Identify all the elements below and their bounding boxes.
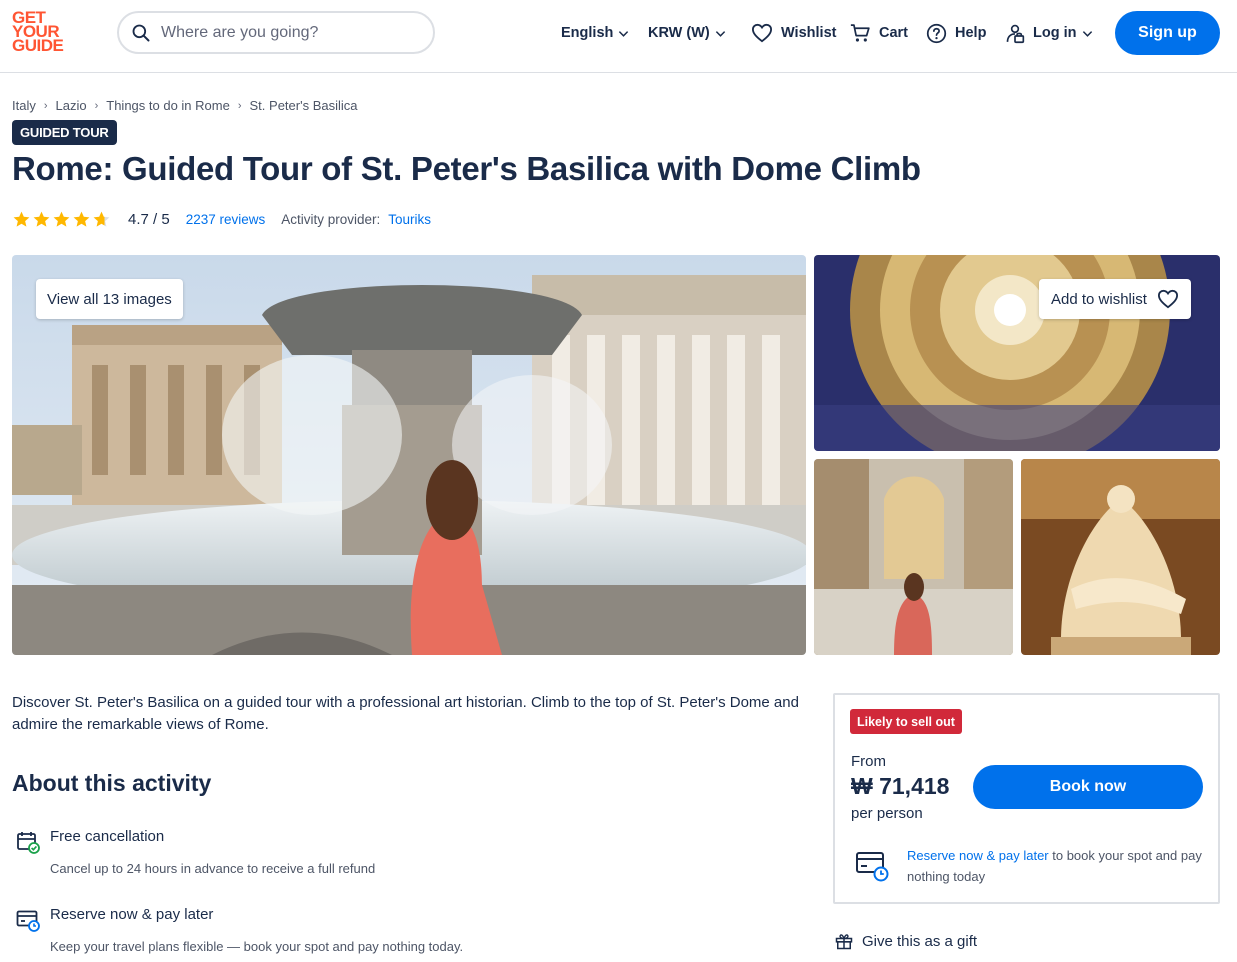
card-clock-icon	[856, 852, 889, 882]
page-title: Rome: Guided Tour of St. Peter's Basilic…	[12, 150, 921, 187]
breadcrumb-item-lazio[interactable]: Lazio	[56, 98, 87, 113]
heart-icon	[751, 23, 773, 43]
feature-description: Keep your travel plans flexible — book y…	[50, 939, 464, 954]
rating-value: 4.7 / 5	[128, 211, 170, 228]
feature-title: Free cancellation	[50, 828, 165, 845]
breadcrumb-item-rome[interactable]: Things to do in Rome	[106, 98, 230, 113]
chevron-down-icon	[619, 30, 629, 37]
language-selector[interactable]: English	[561, 0, 629, 66]
reviews-link[interactable]: 2237 reviews	[186, 212, 266, 227]
search-bar[interactable]	[117, 11, 435, 54]
breadcrumb-item-italy[interactable]: Italy	[12, 98, 36, 113]
breadcrumb-separator-icon: ›	[94, 99, 99, 112]
breadcrumb-separator-icon: ›	[237, 99, 242, 112]
add-to-wishlist-button[interactable]: Add to wishlist	[1039, 279, 1191, 319]
cart-icon	[850, 24, 870, 42]
price-per-label: per person	[851, 805, 923, 822]
give-as-gift-label: Give this as a gift	[862, 932, 978, 950]
cart-link[interactable]: Cart	[850, 0, 908, 66]
currency-selector[interactable]: KRW (W)	[648, 0, 726, 66]
half-star-icon	[93, 211, 110, 227]
star-icon	[53, 211, 70, 227]
calendar-check-icon	[17, 832, 40, 854]
booking-card: Likely to sell out From ₩ 71,418 per per…	[833, 693, 1220, 904]
rating-row: 4.7 / 5 2237 reviews Activity provider: …	[12, 210, 431, 229]
likely-to-sell-out-badge: Likely to sell out	[850, 709, 962, 734]
price-value: ₩ 71,418	[851, 773, 950, 799]
reserve-now-link[interactable]: Reserve now & pay later	[907, 848, 1049, 863]
add-to-wishlist-label: Add to wishlist	[1051, 290, 1147, 308]
chevron-down-icon	[1082, 30, 1092, 37]
signup-button[interactable]: Sign up	[1115, 11, 1220, 55]
interior-photo	[814, 459, 1013, 655]
search-icon	[132, 24, 150, 41]
wishlist-label: Wishlist	[781, 25, 837, 41]
activity-type-badge: GUIDED TOUR	[12, 120, 117, 145]
search-input[interactable]	[161, 23, 421, 42]
gift-icon	[835, 934, 853, 950]
login-label: Log in	[1033, 25, 1077, 41]
reserve-text: Reserve now & pay later to book your spo…	[907, 845, 1207, 887]
card-clock-icon	[16, 910, 40, 932]
about-activity-heading: About this activity	[12, 770, 212, 796]
heart-icon	[1157, 289, 1178, 309]
star-rating	[12, 210, 112, 229]
provider-link[interactable]: Touriks	[388, 212, 431, 227]
view-all-images-button[interactable]: View all 13 images	[36, 279, 183, 319]
currency-label: KRW (W)	[648, 25, 710, 41]
cart-label: Cart	[879, 25, 909, 41]
book-now-button[interactable]: Book now	[973, 765, 1203, 809]
help-link[interactable]: Help	[926, 0, 986, 66]
logo-line-3: GUIDE	[12, 36, 64, 55]
feature-title: Reserve now & pay later	[50, 906, 214, 923]
pieta-photo	[1021, 459, 1220, 655]
user-lock-icon	[1006, 24, 1025, 43]
star-icon	[13, 211, 30, 227]
wishlist-link[interactable]: Wishlist	[751, 0, 836, 66]
login-menu[interactable]: Log in	[1005, 0, 1093, 66]
language-label: English	[561, 25, 614, 41]
pieta-gallery-image[interactable]	[1021, 459, 1220, 655]
top-header: GET YOUR GUIDE English KRW (W) Wishlist …	[0, 0, 1237, 73]
breadcrumb-separator-icon: ›	[43, 99, 48, 112]
help-icon	[926, 23, 947, 43]
activity-description: Discover St. Peter's Basilica on a guide…	[12, 694, 799, 733]
feature-description: Cancel up to 24 hours in advance to rece…	[50, 861, 376, 876]
star-icon	[33, 211, 50, 227]
give-as-gift-link[interactable]: Give this as a gift	[834, 931, 977, 951]
chevron-down-icon	[715, 30, 725, 37]
interior-gallery-image[interactable]	[814, 459, 1013, 655]
help-label: Help	[955, 25, 987, 41]
provider-label: Activity provider:	[281, 212, 381, 227]
price-from-label: From	[851, 753, 886, 770]
breadcrumb: Italy › Lazio › Things to do in Rome › S…	[12, 98, 357, 113]
star-icon	[73, 211, 90, 227]
getyourguide-logo[interactable]: GET YOUR GUIDE	[12, 9, 72, 55]
breadcrumb-item-basilica[interactable]: St. Peter's Basilica	[250, 98, 358, 113]
